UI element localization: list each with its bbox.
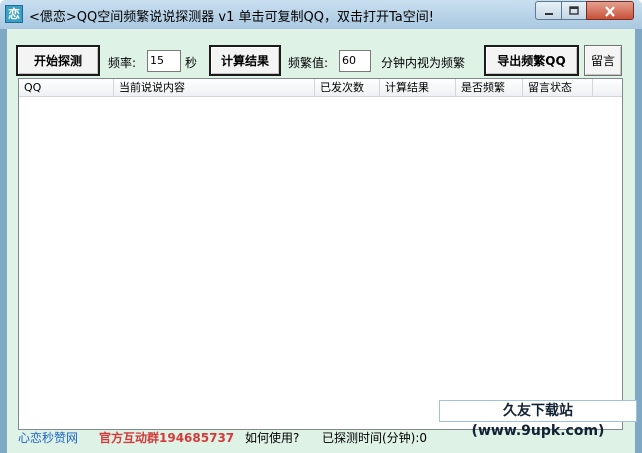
- start-detect-button[interactable]: 开始探测: [16, 45, 100, 76]
- how-to-use-link[interactable]: 如何使用?: [245, 429, 299, 446]
- close-button[interactable]: [586, 1, 634, 20]
- threshold-label: 频繁值:: [288, 56, 329, 70]
- close-icon: [605, 6, 615, 17]
- message-button[interactable]: 留言: [584, 45, 622, 76]
- column-header-qq[interactable]: QQ: [19, 79, 114, 97]
- result-list[interactable]: QQ 当前说说内容 已发次数 计算结果 是否频繁 留言状态: [18, 78, 623, 430]
- watermark-banner: 久友下载站(www.9upk.com): [439, 400, 637, 439]
- site-link[interactable]: 心恋秒赞网: [18, 429, 78, 446]
- seconds-unit-label: 秒: [185, 56, 198, 70]
- column-header-post-count[interactable]: 已发次数: [315, 79, 380, 97]
- maximize-button[interactable]: [561, 1, 587, 20]
- minimize-button[interactable]: [535, 1, 562, 20]
- app-window: 恋 <偲恋>QQ空间频繁说说探测器 v1 单击可复制QQ，双击打开Ta空间! 开…: [0, 0, 642, 453]
- export-frequent-qq-button[interactable]: 导出频繁QQ: [484, 45, 579, 76]
- client-area: 开始探测 频率: 15 秒 计算结果 频繁值: 60 分钟内视为频繁 导出频繁Q…: [7, 29, 635, 453]
- title-bar[interactable]: 恋 <偲恋>QQ空间频繁说说探测器 v1 单击可复制QQ，双击打开Ta空间!: [0, 0, 642, 29]
- column-header-content[interactable]: 当前说说内容: [114, 79, 315, 97]
- column-header-is-frequent[interactable]: 是否频繁: [456, 79, 523, 97]
- minimize-icon: [544, 13, 553, 15]
- column-header-message-status[interactable]: 留言状态: [523, 79, 593, 97]
- frequency-label: 频率:: [108, 56, 137, 70]
- compute-result-button[interactable]: 计算结果: [209, 45, 281, 76]
- frequency-input[interactable]: 15: [147, 50, 181, 72]
- list-header: QQ 当前说说内容 已发次数 计算结果 是否频繁 留言状态: [19, 79, 622, 97]
- threshold-input[interactable]: 60: [339, 50, 371, 72]
- window-title[interactable]: <偲恋>QQ空间频繁说说探测器 v1 单击可复制QQ，双击打开Ta空间!: [29, 6, 434, 25]
- elapsed-time-label: 已探测时间(分钟):0: [322, 431, 428, 445]
- official-group-label[interactable]: 官方互动群194685737: [99, 429, 234, 446]
- threshold-suffix-label: 分钟内视为频繁: [381, 56, 466, 70]
- maximize-icon: [569, 6, 579, 15]
- column-header-result[interactable]: 计算结果: [380, 79, 456, 97]
- app-icon: 恋: [5, 5, 23, 23]
